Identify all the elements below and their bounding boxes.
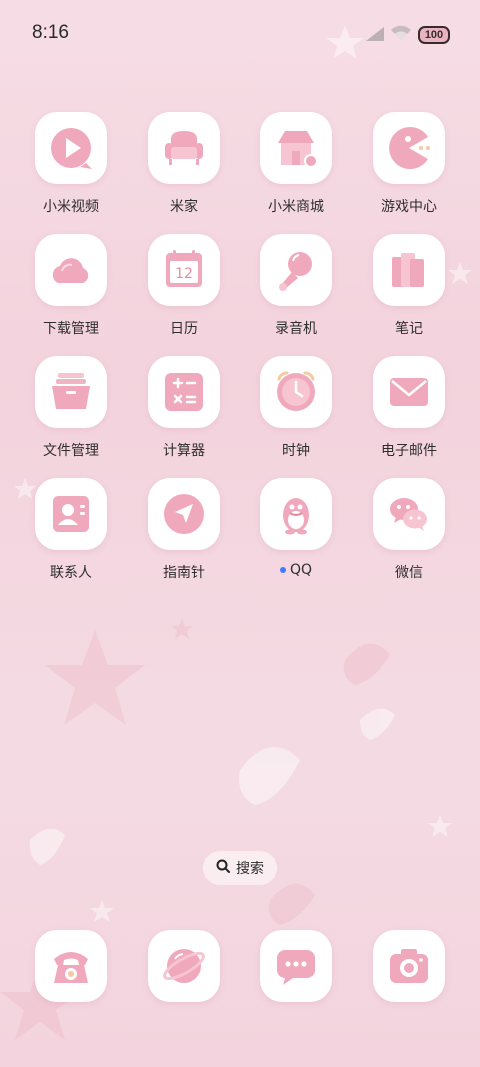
signal-icon xyxy=(366,26,384,45)
app-label: 笔记 xyxy=(395,321,423,337)
contact-card-icon xyxy=(35,478,107,550)
app-xiaomi-store[interactable]: 小米商城 xyxy=(246,112,346,216)
pacman-icon xyxy=(373,112,445,184)
calendar-icon: 12 xyxy=(148,234,220,306)
app-calculator[interactable]: 计算器 xyxy=(134,356,234,460)
app-mijia[interactable]: 米家 xyxy=(134,112,234,216)
message-bubble-icon xyxy=(260,930,332,1002)
wifi-icon xyxy=(390,25,412,45)
app-file-manager[interactable]: 文件管理 xyxy=(21,356,121,460)
notebook-icon xyxy=(373,234,445,306)
app-label: 计算器 xyxy=(163,443,205,459)
app-label: 电子邮件 xyxy=(381,443,437,459)
app-label: 日历 xyxy=(170,321,198,337)
app-label: 游戏中心 xyxy=(381,199,437,215)
app-label: QQ xyxy=(279,562,313,578)
store-icon xyxy=(260,112,332,184)
app-wechat[interactable]: 微信 xyxy=(359,478,459,582)
video-play-icon xyxy=(35,112,107,184)
status-time: 8:16 xyxy=(32,22,69,43)
app-compass[interactable]: 指南针 xyxy=(134,478,234,582)
search-label: 搜索 xyxy=(236,861,264,877)
battery-icon: 100 xyxy=(418,26,450,44)
new-indicator-dot xyxy=(279,567,286,573)
app-xiaomi-video[interactable]: 小米视频 xyxy=(21,112,121,216)
dock-messages[interactable] xyxy=(246,930,346,1002)
browser-planet-icon xyxy=(148,930,220,1002)
app-label: 指南针 xyxy=(163,565,205,581)
folder-icon xyxy=(35,356,107,428)
app-clock[interactable]: 时钟 xyxy=(246,356,346,460)
dock-phone[interactable] xyxy=(21,930,121,1002)
app-qq[interactable]: QQ xyxy=(246,478,346,578)
calculator-icon xyxy=(148,356,220,428)
status-bar: 8:16 100 xyxy=(0,0,480,70)
microphone-icon xyxy=(260,234,332,306)
sofa-icon xyxy=(148,112,220,184)
clock-icon xyxy=(260,356,332,428)
app-game-center[interactable]: 游戏中心 xyxy=(359,112,459,216)
penguin-icon xyxy=(260,478,332,550)
app-notes[interactable]: 笔记 xyxy=(359,234,459,338)
calendar-day: 12 xyxy=(175,266,193,282)
wechat-bubble-icon xyxy=(373,478,445,550)
app-label: 微信 xyxy=(395,565,423,581)
app-label: 录音机 xyxy=(275,321,317,337)
dock-camera[interactable] xyxy=(359,930,459,1002)
cloud-icon xyxy=(35,234,107,306)
app-label: 时钟 xyxy=(282,443,310,459)
app-label: 小米视频 xyxy=(43,199,99,215)
app-recorder[interactable]: 录音机 xyxy=(246,234,346,338)
app-label: 下载管理 xyxy=(43,321,99,337)
camera-icon xyxy=(373,930,445,1002)
compass-icon xyxy=(148,478,220,550)
app-download-manager[interactable]: 下载管理 xyxy=(21,234,121,338)
envelope-icon xyxy=(373,356,445,428)
app-label: 联系人 xyxy=(50,565,92,581)
app-email[interactable]: 电子邮件 xyxy=(359,356,459,460)
app-contacts[interactable]: 联系人 xyxy=(21,478,121,582)
search-icon xyxy=(216,859,230,877)
app-label: 小米商城 xyxy=(268,199,324,215)
app-calendar[interactable]: 12 日历 xyxy=(134,234,234,338)
dock-browser[interactable] xyxy=(134,930,234,1002)
telephone-icon xyxy=(35,930,107,1002)
status-icons: 100 xyxy=(366,25,450,45)
app-label: 米家 xyxy=(170,199,198,215)
search-button[interactable]: 搜索 xyxy=(203,851,277,885)
app-label: 文件管理 xyxy=(43,443,99,459)
app-label-text: QQ xyxy=(289,562,313,578)
